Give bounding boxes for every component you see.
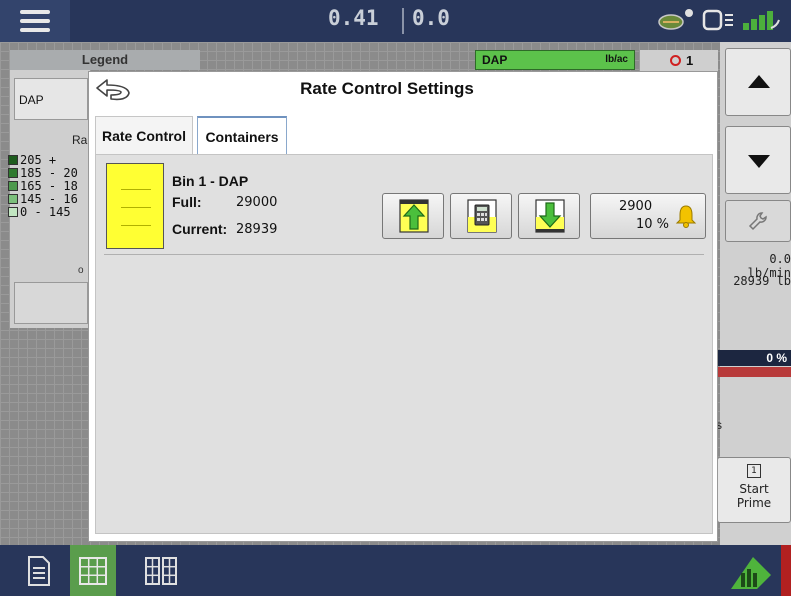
- menu-icon[interactable]: [0, 0, 70, 42]
- legend-swatch: [8, 194, 18, 204]
- rate-up-button[interactable]: [725, 48, 791, 116]
- alarm-strip: [718, 367, 791, 377]
- empty-bin-button[interactable]: [518, 193, 580, 239]
- legend-rate-label: Ra: [72, 133, 88, 147]
- bin-full-value: 29000: [236, 195, 278, 210]
- product-name: DAP: [482, 53, 508, 67]
- section-count[interactable]: 1: [640, 50, 718, 72]
- dialog-title: Rate Control Settings: [300, 79, 474, 98]
- dialog-header: Rate Control Settings: [89, 72, 717, 106]
- gps-signal-icon[interactable]: [741, 6, 783, 34]
- document-icon[interactable]: [16, 545, 62, 596]
- product-total: 28939 lb: [733, 274, 791, 288]
- alarm-percent: 10 %: [635, 217, 669, 232]
- calculator-button[interactable]: [450, 193, 512, 239]
- split-grid-icon[interactable]: [138, 545, 184, 596]
- fill-bin-button[interactable]: [382, 193, 444, 239]
- legend-list: 205 + 185 - 20 165 - 18 145 - 16 0 - 145: [8, 154, 78, 219]
- field-operation-icon[interactable]: [726, 545, 776, 596]
- display-icon[interactable]: [701, 7, 735, 33]
- calculator-icon: [467, 199, 497, 233]
- legend-small-text: o: [78, 265, 84, 276]
- arrow-down-icon: [748, 155, 770, 168]
- alarm-value: 2900: [619, 199, 653, 214]
- bin-full-label: Full:: [172, 194, 202, 210]
- legend-wrench-button[interactable]: [14, 282, 88, 324]
- product-rate-bar[interactable]: DAP lb/ac: [475, 50, 635, 70]
- settings-wrench-button[interactable]: [725, 200, 791, 242]
- bell-icon: [675, 205, 697, 228]
- start-prime-button[interactable]: 1 Start Prime: [717, 457, 791, 523]
- fill-up-arrow-icon: [399, 199, 429, 233]
- prime-icon: 1: [747, 464, 761, 478]
- legend-item: 0 - 145: [8, 206, 78, 219]
- tab-containers[interactable]: Containers: [197, 116, 287, 154]
- legend-header: Legend: [10, 50, 200, 70]
- bin-current-label: Current:: [172, 221, 228, 237]
- bin-current-value: 28939: [236, 222, 278, 237]
- legend-swatch: [8, 168, 18, 178]
- legend-product-button[interactable]: DAP: [14, 78, 88, 120]
- seed-icon[interactable]: [657, 7, 695, 33]
- topbar-divider: [402, 8, 404, 34]
- speed-readout: 0.0: [412, 6, 450, 30]
- rate-control-settings-dialog: Rate Control Settings Rate Control Conta…: [88, 71, 718, 542]
- corner-indicator: [781, 545, 791, 596]
- legend-swatch: [8, 207, 18, 217]
- legend-swatch: [8, 181, 18, 191]
- wrench-icon: [748, 212, 767, 231]
- bin-level-icon: [106, 163, 164, 249]
- arrow-up-icon: [748, 75, 770, 88]
- rate-readout: 0.41: [328, 6, 379, 30]
- tab-rate-control[interactable]: Rate Control: [95, 116, 193, 154]
- target-icon: [670, 55, 681, 66]
- percent-bar: 0 %: [718, 350, 791, 366]
- legend-swatch: [8, 155, 18, 165]
- empty-down-arrow-icon: [535, 199, 565, 233]
- rate-down-button[interactable]: [725, 126, 791, 194]
- product-unit: lb/ac: [605, 54, 628, 65]
- bottom-bar: [0, 545, 791, 596]
- containers-panel: Bin 1 - DAP Full: 29000 Current: 28939 2…: [95, 154, 713, 534]
- bin-name: Bin 1 - DAP: [172, 173, 249, 189]
- container-row: Bin 1 - DAP Full: 29000 Current: 28939 2…: [104, 163, 706, 255]
- low-bin-alarm-button[interactable]: 2900 10 %: [590, 193, 706, 239]
- run-screen-grid-icon[interactable]: [70, 545, 116, 596]
- top-bar: 0.41 0.0: [0, 0, 791, 42]
